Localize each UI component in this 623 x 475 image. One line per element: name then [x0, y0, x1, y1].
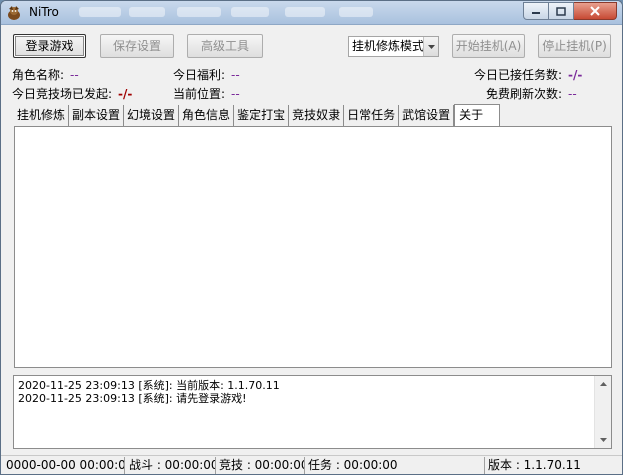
- tab-hangup[interactable]: 挂机修炼: [14, 105, 70, 126]
- start-button[interactable]: 开始挂机(A): [452, 34, 525, 58]
- arena-value: -/-: [118, 87, 133, 101]
- tab-daily[interactable]: 日常任务: [344, 105, 400, 126]
- app-icon: [8, 6, 20, 20]
- tasks-value: -/-: [568, 68, 583, 82]
- window-title: NiTro: [29, 5, 59, 19]
- scroll-down-button[interactable]: [595, 432, 611, 448]
- status-battle: 战斗 : 00:00:00: [126, 457, 216, 474]
- welfare-label: 今日福利:: [173, 68, 226, 82]
- refresh-value: --: [568, 87, 577, 101]
- advanced-tools-button[interactable]: 高级工具: [187, 34, 263, 58]
- title-blur: [231, 7, 269, 17]
- status-time: 0000-00-00 00:00:00: [3, 457, 125, 474]
- tasks-count: 今日已接任务数: -/-: [474, 66, 582, 83]
- title-blur: [285, 7, 325, 17]
- tab-panel: [14, 126, 612, 368]
- location-label: 当前位置:: [173, 87, 226, 101]
- log-box[interactable]: 2020-11-25 23:09:13 [系统]: 当前版本: 1.1.70.1…: [13, 375, 612, 449]
- title-blur: [177, 7, 221, 17]
- status-version: 版本 : 1.1.70.11: [488, 458, 581, 472]
- title-blur: [129, 7, 165, 17]
- welfare-value: --: [231, 68, 240, 82]
- tab-arena-slave[interactable]: 竞技奴隶: [289, 105, 345, 126]
- log-line: 2020-11-25 23:09:13 [系统]: 请先登录游戏!: [18, 392, 247, 405]
- status-arena: 竞技 : 00:00:00: [216, 457, 305, 474]
- tab-character[interactable]: 角色信息: [179, 105, 235, 126]
- title-bar[interactable]: NiTro: [1, 1, 622, 25]
- title-blur: [339, 7, 373, 17]
- scroll-up-button[interactable]: [595, 376, 611, 392]
- tab-dojo[interactable]: 武馆设置: [399, 105, 455, 126]
- tab-illusion[interactable]: 幻境设置: [124, 105, 180, 126]
- window-controls: [523, 2, 617, 20]
- chevron-up-icon: [599, 382, 607, 386]
- log-lines: 2020-11-25 23:09:13 [系统]: 当前版本: 1.1.70.1…: [18, 379, 280, 405]
- title-blur: [79, 7, 121, 17]
- maximize-icon: [556, 6, 566, 16]
- tab-strip: 挂机修炼 副本设置 幻境设置 角色信息 鉴定打宝 竞技奴隶 日常任务 武馆设置 …: [14, 104, 501, 126]
- log-scrollbar[interactable]: [594, 376, 611, 448]
- login-button[interactable]: 登录游戏: [13, 34, 86, 58]
- minimize-button[interactable]: [523, 2, 549, 20]
- status-bar: 0000-00-00 00:00:00 战斗 : 00:00:00 竞技 : 0…: [1, 455, 622, 474]
- chevron-down-icon: [423, 37, 438, 56]
- mode-select-value: 挂机修炼模式: [352, 39, 425, 53]
- chevron-down-icon: [599, 438, 607, 442]
- tab-appraise[interactable]: 鉴定打宝: [234, 105, 290, 126]
- tab-dungeon[interactable]: 副本设置: [69, 105, 125, 126]
- main-window: NiTro 登录游戏 保存设置 高级工具 挂机修炼模式 开始挂机(A) 停止挂机…: [0, 0, 623, 475]
- stop-button[interactable]: 停止挂机(P): [538, 34, 611, 58]
- close-button[interactable]: [574, 2, 617, 20]
- role-name-value: --: [70, 68, 79, 82]
- status-task: 任务 : 00:00:00: [305, 457, 485, 474]
- refresh-label: 免费刷新次数:: [486, 87, 563, 101]
- log-line: 2020-11-25 23:09:13 [系统]: 当前版本: 1.1.70.1…: [18, 379, 280, 392]
- arena-label: 今日竞技场已发起:: [12, 87, 113, 101]
- welfare: 今日福利: --: [173, 66, 240, 83]
- location: 当前位置: --: [173, 85, 240, 102]
- role-name: 角色名称: --: [12, 66, 79, 83]
- role-name-label: 角色名称:: [12, 68, 65, 82]
- tasks-label: 今日已接任务数:: [474, 68, 563, 82]
- tab-about[interactable]: 关于: [454, 104, 501, 126]
- arena-count: 今日竞技场已发起: -/-: [12, 85, 132, 102]
- free-refresh: 免费刷新次数: --: [486, 85, 577, 102]
- close-icon: [590, 6, 600, 16]
- minimize-icon: [532, 12, 540, 14]
- save-settings-button[interactable]: 保存设置: [100, 34, 174, 58]
- mode-select[interactable]: 挂机修炼模式: [348, 36, 439, 57]
- location-value: --: [231, 87, 240, 101]
- maximize-button[interactable]: [549, 2, 574, 20]
